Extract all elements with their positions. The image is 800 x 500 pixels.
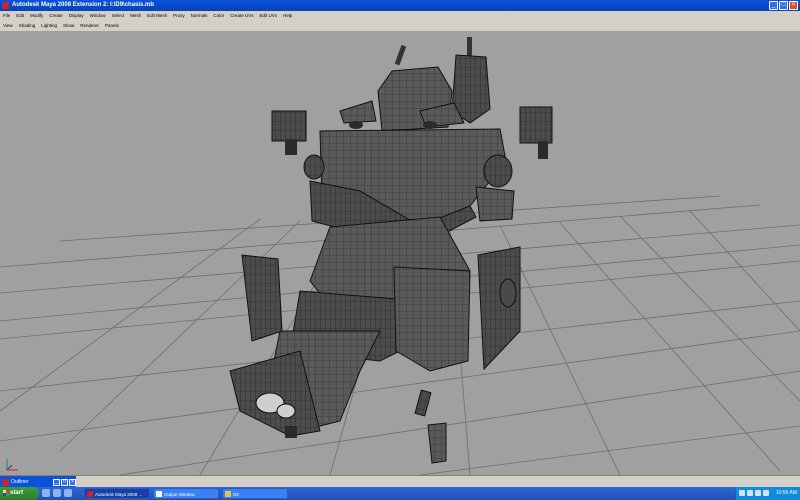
folder-icon bbox=[225, 491, 231, 497]
show-desktop-icon[interactable] bbox=[42, 489, 50, 497]
maya-app-icon bbox=[2, 478, 9, 486]
windows-logo-icon bbox=[3, 490, 9, 496]
maximize-button[interactable]: □ bbox=[61, 478, 68, 486]
taskbar: start Autodesk Maya 2008 ... Output Wind… bbox=[0, 487, 800, 500]
taskbar-item-d9-folder[interactable]: D9 bbox=[222, 488, 288, 499]
hull bbox=[229, 216, 521, 464]
close-button[interactable]: × bbox=[69, 478, 76, 486]
panel-menu-renderer[interactable]: Renderer bbox=[77, 20, 102, 31]
window-title: Autodesk Maya 2008 Extension 2: I:\D9\ch… bbox=[12, 2, 155, 8]
panel-menu-view[interactable]: View bbox=[0, 20, 16, 31]
maya-app-icon bbox=[87, 491, 93, 497]
network-icon[interactable] bbox=[739, 490, 745, 496]
menu-file[interactable]: File bbox=[0, 11, 13, 20]
title-bar: Autodesk Maya 2008 Extension 2: I:\D9\ch… bbox=[0, 0, 800, 11]
taskbar-item-maya[interactable]: Autodesk Maya 2008 ... bbox=[84, 488, 150, 499]
menu-color[interactable]: Color bbox=[210, 11, 227, 20]
menu-edit[interactable]: Edit bbox=[13, 11, 27, 20]
menu-display[interactable]: Display bbox=[66, 11, 87, 20]
minimize-button[interactable]: _ bbox=[53, 478, 60, 486]
menu-edit-mesh[interactable]: Edit Mesh bbox=[144, 11, 170, 20]
output-window-icon bbox=[156, 491, 162, 497]
volume-icon[interactable] bbox=[747, 490, 753, 496]
menu-normals[interactable]: Normals bbox=[188, 11, 211, 20]
internet-explorer-icon[interactable] bbox=[53, 489, 61, 497]
menu-select[interactable]: Select bbox=[109, 11, 128, 20]
menu-create[interactable]: Create bbox=[46, 11, 66, 20]
menu-window[interactable]: Window bbox=[87, 11, 109, 20]
start-button[interactable]: start bbox=[0, 487, 39, 500]
close-button[interactable]: × bbox=[789, 1, 798, 10]
panel-menu-lighting[interactable]: Lighting bbox=[38, 20, 60, 31]
viewport-scene bbox=[0, 37, 800, 475]
menu-proxy[interactable]: Proxy bbox=[170, 11, 188, 20]
taskbar-item-output-window[interactable]: Output Window bbox=[153, 488, 219, 499]
media-player-icon[interactable] bbox=[64, 489, 72, 497]
menu-modify[interactable]: Modify bbox=[27, 11, 46, 20]
menu-edit-uvs[interactable]: Edit UVs bbox=[256, 11, 280, 20]
window-controls: _ □ × bbox=[769, 1, 798, 10]
panel-menu-shading[interactable]: Shading bbox=[16, 20, 39, 31]
main-menu-bar: File Edit Modify Create Display Window S… bbox=[0, 11, 800, 20]
perspective-viewport[interactable]: persp bbox=[0, 31, 800, 475]
minimize-button[interactable]: _ bbox=[769, 1, 778, 10]
menu-mesh[interactable]: Mesh bbox=[127, 11, 144, 20]
panel-menu-show[interactable]: Show bbox=[60, 20, 77, 31]
menu-create-uvs[interactable]: Create UVs bbox=[227, 11, 256, 20]
maya-app-icon bbox=[2, 2, 9, 9]
robot-mesh bbox=[229, 37, 553, 464]
system-tray: 10:56 AM bbox=[735, 487, 800, 500]
quick-launch bbox=[42, 489, 72, 497]
head-turret bbox=[339, 37, 491, 132]
maximize-button[interactable]: □ bbox=[779, 1, 788, 10]
tray-app-icon[interactable] bbox=[763, 490, 769, 496]
panel-menu-panels[interactable]: Panels bbox=[102, 20, 122, 31]
axis-gizmo bbox=[4, 457, 20, 473]
menu-help[interactable]: Help bbox=[280, 11, 295, 20]
security-icon[interactable] bbox=[755, 490, 761, 496]
clock: 10:56 AM bbox=[775, 490, 797, 496]
